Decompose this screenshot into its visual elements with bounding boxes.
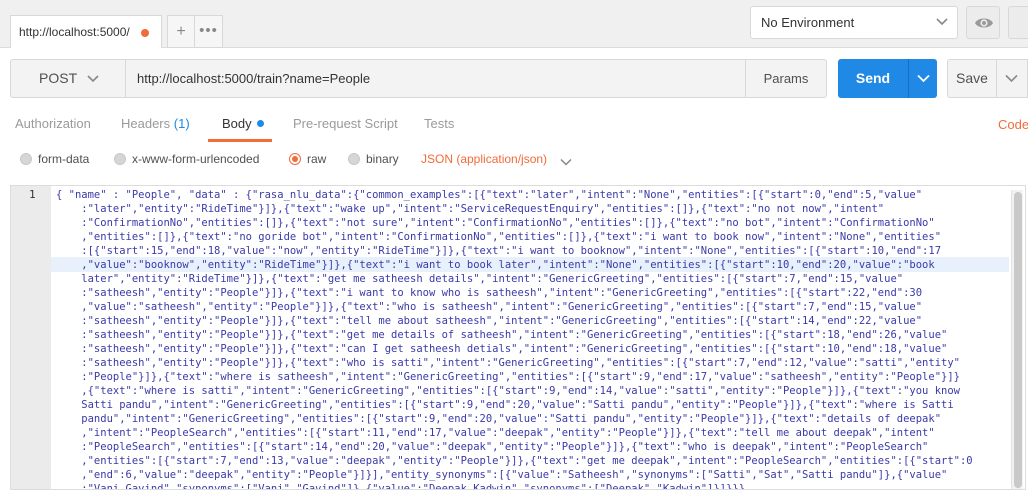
code-line: :"People"}]},{"text":"where is satheesh"… bbox=[56, 371, 960, 383]
scrollbar-thumb[interactable] bbox=[1014, 192, 1022, 488]
line-number: 1 bbox=[29, 188, 36, 201]
chevron-down-icon bbox=[87, 75, 99, 83]
code-line: ,"entities":[]},{"text":"no goride bot",… bbox=[56, 231, 942, 243]
active-tab-indicator bbox=[208, 139, 272, 142]
code-line: :"satheesh","entity":"People"}]},{"text"… bbox=[56, 343, 948, 355]
chevron-down-icon bbox=[1005, 74, 1018, 83]
radio-raw[interactable]: raw bbox=[289, 152, 326, 166]
tab-headers[interactable]: Headers (1) bbox=[121, 116, 190, 131]
unsaved-changes-dot-icon bbox=[141, 29, 149, 37]
code-line: :"satheesh","entity":"People"}]},{"text"… bbox=[56, 357, 960, 369]
editor-code[interactable]: { "name" : "People", "data" : {"rasa_nlu… bbox=[56, 188, 1006, 490]
radio-circle-icon bbox=[114, 153, 126, 165]
environment-select-value: No Environment bbox=[761, 15, 855, 30]
eye-icon bbox=[975, 18, 993, 28]
body-type-options: form-data x-www-form-urlencoded raw bina… bbox=[0, 146, 1028, 176]
save-options-button[interactable] bbox=[996, 59, 1028, 98]
new-tab-button[interactable]: + bbox=[167, 15, 195, 48]
generate-code-link[interactable]: Code bbox=[998, 117, 1028, 132]
radio-urlencoded[interactable]: x-www-form-urlencoded bbox=[114, 152, 259, 166]
tab-pre-request-script[interactable]: Pre-request Script bbox=[293, 116, 398, 131]
code-line: :"PeopleSearch","entities":[{"start":14,… bbox=[56, 441, 929, 453]
code-line: ,"end":6,"value":"deepak","entity":"Peop… bbox=[56, 469, 948, 481]
code-line: :"ConfirmationNo","entities":[]},{"text"… bbox=[56, 217, 935, 229]
body-modified-dot-icon bbox=[256, 120, 264, 127]
chevron-down-icon bbox=[917, 74, 930, 83]
editor-gutter: 1 bbox=[11, 186, 51, 489]
manage-environments-button[interactable] bbox=[1008, 6, 1028, 39]
code-line: later","entity":"RideTime"}]},{"text":"g… bbox=[56, 273, 904, 285]
radio-circle-icon bbox=[348, 153, 360, 165]
code-line: ,{"text":"where is satti","intent":"Gene… bbox=[56, 385, 960, 397]
headers-count-badge: (1) bbox=[173, 116, 190, 131]
radio-binary[interactable]: binary bbox=[348, 152, 399, 166]
code-line: :"later","entity":"RideTime"}]},{"text":… bbox=[56, 203, 885, 215]
radio-form-data[interactable]: form-data bbox=[20, 152, 89, 166]
code-line: { "name" : "People", "data" : {"rasa_nlu… bbox=[56, 189, 923, 201]
body-editor[interactable]: 1 { "name" : "People", "data" : {"rasa_n… bbox=[10, 185, 1026, 490]
send-options-button[interactable] bbox=[908, 59, 937, 98]
code-line: :"satheesh","entity":"People"}]},{"text"… bbox=[56, 315, 923, 327]
tab-authorization[interactable]: Authorization bbox=[15, 116, 91, 131]
params-button[interactable]: Params bbox=[745, 59, 827, 98]
code-line: ,"intent":"PeopleSearch","entities":[{"s… bbox=[56, 427, 935, 439]
code-line: ,"entities":[{"start":7,"end":13,"value"… bbox=[56, 455, 973, 467]
send-button[interactable]: Send bbox=[838, 59, 908, 98]
request-tab-title: http://localhost:5000/ bbox=[19, 25, 130, 39]
code-line: Satti pandu","intent":"GenericGreeting",… bbox=[56, 399, 954, 411]
request-tab[interactable]: http://localhost:5000/ bbox=[10, 15, 162, 48]
code-line: :"satheesh","entity":"People"}]},{"text"… bbox=[56, 329, 948, 341]
url-input[interactable] bbox=[126, 59, 746, 98]
code-line: :"Vani Gavind","synonyms":["Vani","Gavin… bbox=[56, 483, 746, 490]
save-button[interactable]: Save bbox=[947, 59, 997, 98]
radio-selected-icon bbox=[289, 153, 301, 165]
radio-binary-label: binary bbox=[366, 152, 399, 166]
environment-quick-look-button[interactable] bbox=[966, 6, 1000, 39]
environment-select[interactable]: No Environment bbox=[750, 6, 958, 39]
code-line: :[{"start":15,"end":18,"value":"now","en… bbox=[56, 245, 942, 257]
code-line: ,"value":"satheesh","entity":"People"}]}… bbox=[56, 301, 923, 313]
editor-scrollbar[interactable] bbox=[1011, 190, 1023, 489]
chevron-down-icon bbox=[936, 18, 948, 26]
request-tabs: Authorization Headers (1) Body Pre-reque… bbox=[0, 108, 1028, 142]
content-type-select[interactable]: JSON (application/json) bbox=[421, 152, 547, 166]
chevron-down-icon bbox=[560, 158, 572, 166]
method-select[interactable]: POST bbox=[10, 59, 126, 98]
code-line: pandu","intent":"GenericGreeting","entit… bbox=[56, 413, 942, 425]
tab-tests[interactable]: Tests bbox=[424, 116, 454, 131]
method-value: POST bbox=[39, 70, 78, 86]
code-line: :"satheesh","entity":"People"}]},{"text"… bbox=[56, 287, 923, 299]
tab-strip: http://localhost:5000/ + ••• No Environm… bbox=[0, 0, 1028, 48]
radio-circle-icon bbox=[20, 153, 32, 165]
radio-urlencoded-label: x-www-form-urlencoded bbox=[132, 152, 260, 166]
more-tabs-button[interactable]: ••• bbox=[195, 15, 223, 48]
code-line: ,"value":"booknow","entity":"RideTime"}]… bbox=[56, 259, 935, 271]
tab-headers-label: Headers bbox=[121, 116, 171, 131]
radio-form-data-label: form-data bbox=[38, 152, 90, 166]
tab-body-label: Body bbox=[222, 116, 252, 131]
radio-raw-label: raw bbox=[307, 152, 327, 166]
tab-body[interactable]: Body bbox=[222, 116, 264, 131]
